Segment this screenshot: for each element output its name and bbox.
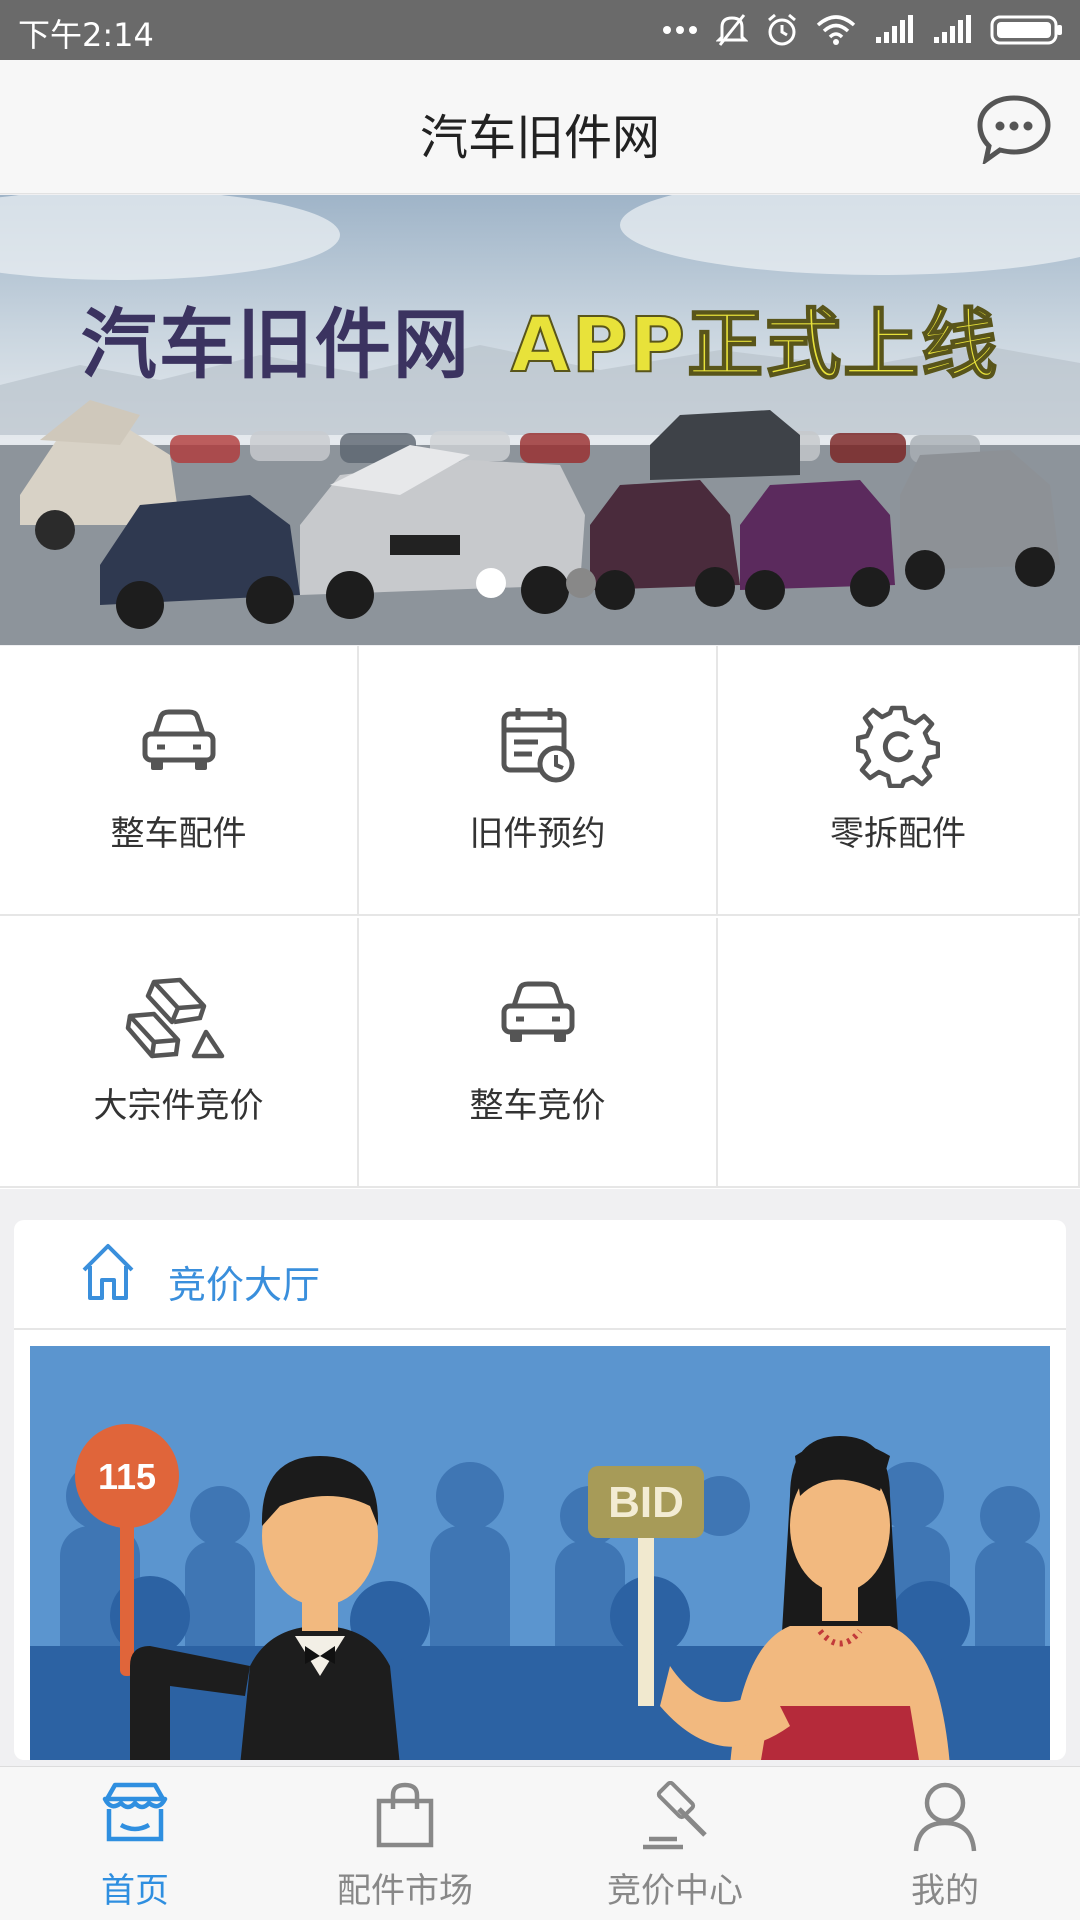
grid-item-dismantled-parts[interactable]: 零拆配件 <box>718 646 1080 916</box>
banner-headline: 汽车旧件网 APP正式上线 <box>0 283 1080 393</box>
page-title: 汽车旧件网 <box>419 110 660 166</box>
banner-pagination <box>476 568 596 598</box>
gear-icon <box>856 705 940 788</box>
tab-label: 配件市场 <box>337 1871 473 1911</box>
tab-label: 我的 <box>911 1871 979 1911</box>
wifi-icon <box>816 15 856 45</box>
store-icon <box>102 1782 168 1842</box>
auction-hall-card: 竞价大厅 115 BID <box>14 1220 1066 1760</box>
auction-hall-title: 竞价大厅 <box>168 1263 321 1307</box>
banner-headline-brand: 汽车旧件网 <box>80 300 471 389</box>
gold-bars-icon <box>125 977 224 1059</box>
calendar-clock-icon <box>501 708 574 783</box>
shopping-bag-icon <box>376 1782 434 1848</box>
tab-mine[interactable]: 我的 <box>810 1767 1080 1920</box>
pagination-dot-active[interactable] <box>476 568 506 598</box>
tab-label: 首页 <box>101 1871 169 1911</box>
category-grid: 整车配件 旧件预约 零拆配件 大宗件竞价 整车竞价 <box>0 646 1080 1189</box>
tab-label: 竞价中心 <box>607 1871 743 1911</box>
status-time: 下午2:14 <box>18 16 154 54</box>
auction-hall-header[interactable]: 竞价大厅 <box>14 1220 1066 1330</box>
grid-item-label: 整车配件 <box>110 814 247 854</box>
grid-item-bulk-bidding[interactable]: 大宗件竞价 <box>0 918 359 1188</box>
status-icons <box>662 8 1064 52</box>
grid-item-parts-booking[interactable]: 旧件预约 <box>359 646 718 916</box>
grid-item-empty <box>718 918 1080 1188</box>
grid-item-vehicle-parts[interactable]: 整车配件 <box>0 646 359 916</box>
more-dots-icon <box>663 26 697 34</box>
grid-item-label: 零拆配件 <box>830 814 966 854</box>
pagination-dot[interactable] <box>566 568 596 598</box>
bottom-tab-bar: 首页 配件市场 竞价中心 我的 <box>0 1766 1080 1920</box>
auction-illustration[interactable]: 115 BID <box>30 1346 1050 1760</box>
bid-sign-text: BID <box>608 1478 684 1527</box>
car-icon <box>501 981 574 1042</box>
tab-parts-market[interactable]: 配件市场 <box>270 1767 540 1920</box>
signal-icon <box>934 15 971 43</box>
app-header: 汽车旧件网 <box>0 60 1080 194</box>
gavel-icon <box>643 1781 707 1850</box>
banner-headline-launch: APP正式上线 <box>510 299 1000 390</box>
grid-item-label: 整车竞价 <box>469 1086 606 1126</box>
grid-item-label: 大宗件竞价 <box>93 1086 264 1126</box>
grid-item-label: 旧件预约 <box>469 814 606 854</box>
bell-muted-icon <box>716 14 748 46</box>
status-bar: 下午2:14 <box>0 0 1080 60</box>
home-icon <box>82 1244 134 1300</box>
battery-icon <box>990 15 1062 45</box>
chat-bubble-icon[interactable] <box>976 94 1052 164</box>
alarm-icon <box>768 13 796 46</box>
user-icon <box>913 1782 977 1852</box>
tab-bidding-center[interactable]: 竞价中心 <box>540 1767 810 1920</box>
paddle-number: 115 <box>98 1456 156 1497</box>
grid-item-vehicle-bidding[interactable]: 整车竞价 <box>359 918 718 1188</box>
car-icon <box>142 709 215 770</box>
signal-icon <box>876 15 913 43</box>
tab-home[interactable]: 首页 <box>0 1767 270 1920</box>
